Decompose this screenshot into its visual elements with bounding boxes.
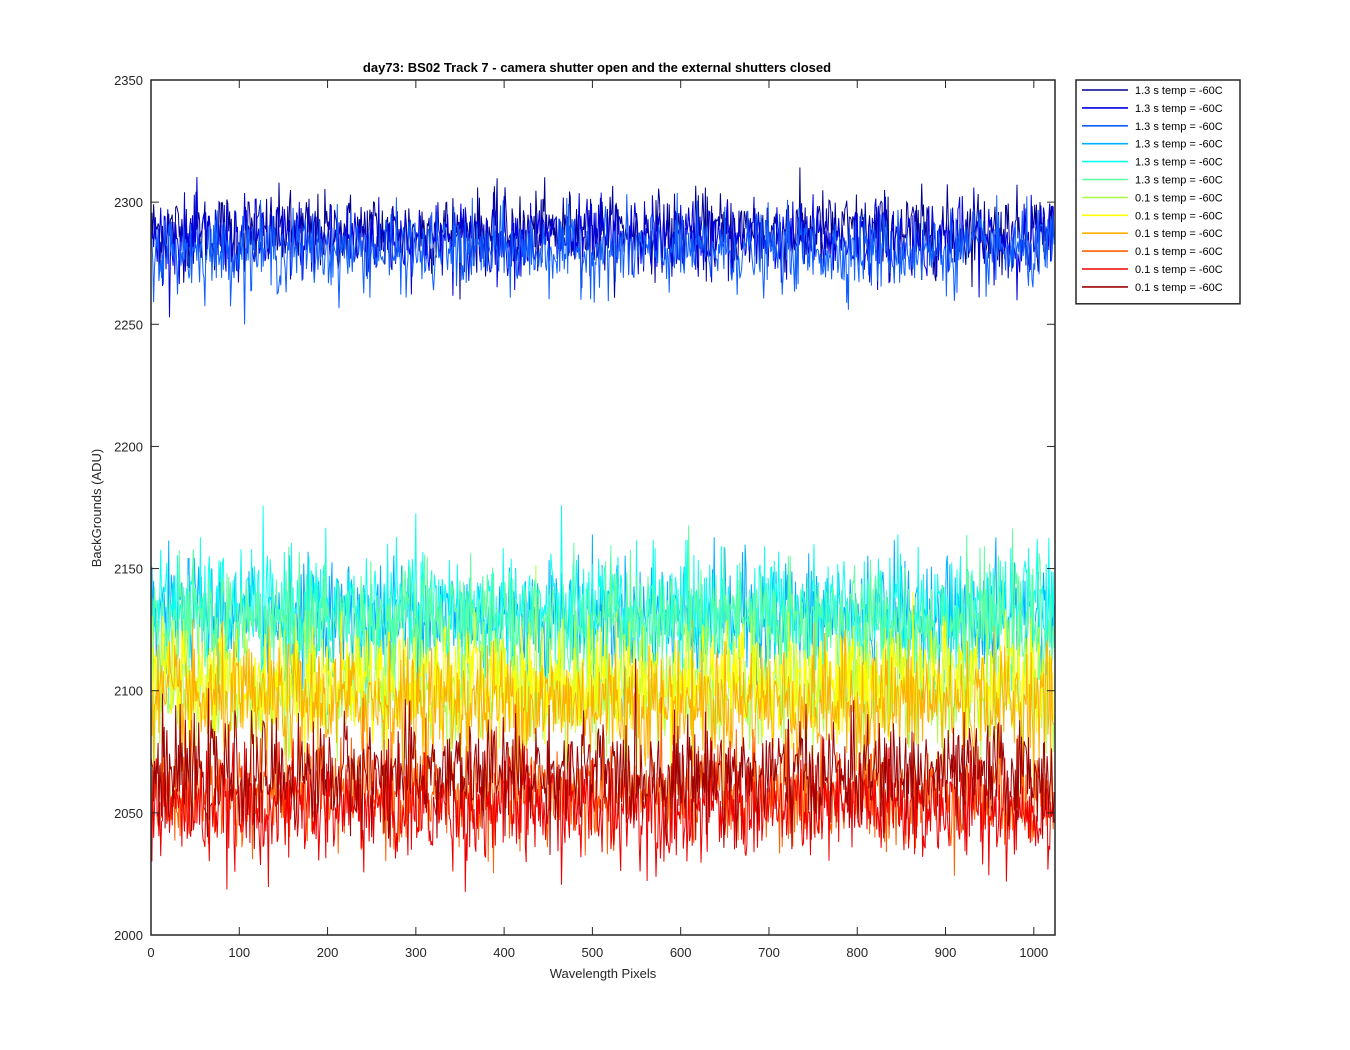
x-tick-label: 1000 [1019,945,1048,960]
legend-entry: 0.1 s temp = -60C [1135,210,1223,222]
x-axis-label: Wavelength Pixels [550,966,657,981]
x-tick-label: 700 [758,945,780,960]
y-tick-label: 2050 [114,806,143,821]
legend-entry: 0.1 s temp = -60C [1135,264,1223,276]
y-tick-label: 2100 [114,684,143,699]
y-tick-label: 2150 [114,562,143,577]
x-tick-label: 100 [228,945,250,960]
legend-entry: 0.1 s temp = -60C [1135,228,1223,240]
legend-entry: 0.1 s temp = -60C [1135,282,1223,294]
legend-entry: 0.1 s temp = -60C [1135,192,1223,204]
y-tick-label: 2250 [114,317,143,332]
legend-entry: 1.3 s temp = -60C [1135,157,1223,169]
legend-entry: 0.1 s temp = -60C [1135,246,1223,258]
chart-title: day73: BS02 Track 7 - camera shutter ope… [363,60,831,75]
series-lines [150,167,1055,892]
legend-entry: 1.3 s temp = -60C [1135,139,1223,151]
legend-entry: 1.3 s temp = -60C [1135,103,1223,115]
x-tick-label: 200 [317,945,339,960]
y-tick-label: 2300 [114,195,143,210]
legend: 1.3 s temp = -60C 1.3 s temp = -60C 1.3 s … [1075,79,1241,305]
x-tick-label: 800 [846,945,868,960]
y-tick-label: 2200 [114,439,143,454]
x-tick-label: 0 [147,945,154,960]
x-tick-label: 600 [670,945,692,960]
x-tick-label: 500 [582,945,604,960]
y-axis-label: BackGrounds (ADU) [89,449,104,567]
y-tick-label: 2350 [114,73,143,88]
line-chart: day73: BS02 Track 7 - camera shutter ope… [89,60,1241,981]
x-tick-label: 900 [935,945,957,960]
legend-entry: 1.3 s temp = -60C [1135,121,1223,133]
y-tick-label: 2000 [114,928,143,943]
legend-entry: 1.3 s temp = -60C [1135,175,1223,187]
x-tick-label: 300 [405,945,427,960]
legend-entry: 1.3 s temp = -60C [1135,85,1223,97]
x-tick-label: 400 [493,945,515,960]
